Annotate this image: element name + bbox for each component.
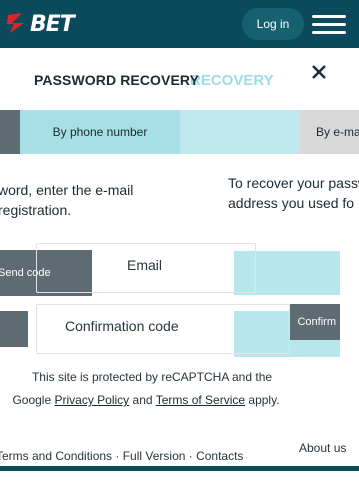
footer-links[interactable]: Terms and Conditions · Full Version · Co… (0, 449, 243, 463)
description-left-line: word, enter the e-mail (0, 182, 134, 198)
menu-button[interactable] (308, 10, 352, 38)
privacy-policy-link[interactable]: Privacy Policy (55, 393, 130, 407)
confirmation-code-field[interactable]: Confirmation code (36, 304, 290, 354)
menu-bar-icon (312, 15, 346, 18)
close-icon[interactable] (308, 61, 330, 83)
confirm-button[interactable]: Confirm (290, 304, 340, 340)
email-field[interactable]: Email (36, 243, 256, 293)
terms-of-service-link[interactable]: Terms of Service (156, 393, 245, 407)
description-right-line: address you used fo (228, 195, 355, 211)
menu-bar-icon (312, 23, 346, 26)
footer-bar (0, 466, 359, 471)
modal-title: PASSWORD RECOVERY (34, 72, 200, 88)
about-us-link[interactable]: About us (299, 441, 346, 455)
confirm-left-edge (0, 311, 28, 347)
recaptcha-prefix: Google (12, 393, 52, 407)
top-header: BET Log in (0, 0, 359, 48)
description-left: word, enter the e-mail registration. (0, 180, 133, 220)
logo-text: BET (30, 12, 75, 37)
email-placeholder: Email (127, 257, 163, 273)
tab-by-email[interactable]: By e-mail (300, 110, 359, 154)
description-right-line: To recover your passw (228, 175, 359, 191)
login-button[interactable]: Log in (242, 8, 304, 40)
title-ghost: RECOVERY (190, 72, 274, 89)
recaptcha-links: Google Privacy Policy and Terms of Servi… (0, 389, 292, 411)
logo-mark-icon (7, 13, 24, 33)
recaptcha-notice: This site is protected by reCAPTCHA and … (31, 370, 273, 384)
description-left-line: registration. (0, 202, 72, 218)
confirm-label: Confirm (297, 316, 336, 328)
recaptcha-suffix: apply. (248, 393, 280, 407)
tab-by-phone[interactable]: By phone number (20, 110, 180, 154)
description-right: To recover your passw address you used f… (228, 173, 359, 213)
menu-bar-icon (312, 31, 346, 34)
confirmation-placeholder: Confirmation code (65, 318, 179, 334)
recaptcha-and: and (132, 393, 153, 407)
brand-logo[interactable]: BET (6, 8, 96, 38)
